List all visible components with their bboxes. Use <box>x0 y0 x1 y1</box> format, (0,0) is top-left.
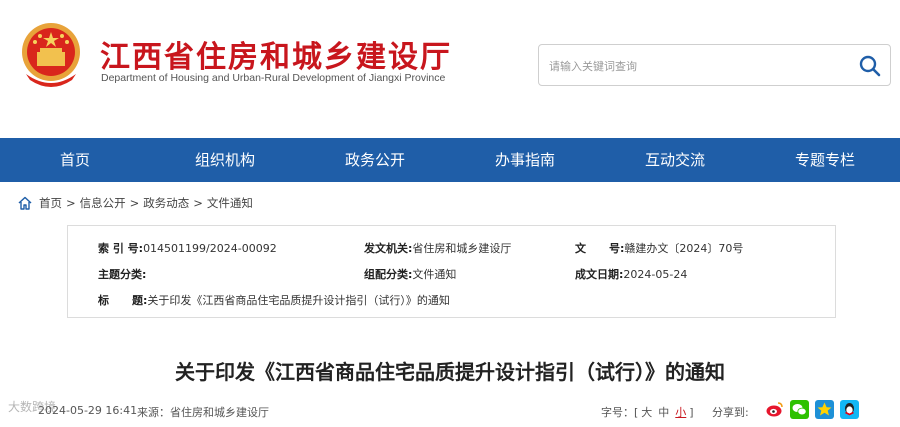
meta-topic-label: 主题分类: <box>98 268 147 281</box>
nav-item-special-topics[interactable]: 专题专栏 <box>750 138 900 182</box>
search-icon[interactable] <box>858 54 882 78</box>
document-title: 关于印发《江西省商品住宅品质提升设计指引（试行）》的通知 <box>175 360 725 384</box>
font-size-bracket-close: ] <box>689 406 694 419</box>
meta-category-value: 文件通知 <box>412 268 457 281</box>
breadcrumb: 首页 > 信息公开 > 政务动态 > 文件通知 <box>17 195 253 211</box>
search-box <box>538 44 891 86</box>
meta-index-label: 索 引 号: <box>98 242 144 255</box>
main-nav: 首页 组织机构 政务公开 办事指南 互动交流 专题专栏 <box>0 138 900 182</box>
nav-item-interaction[interactable]: 互动交流 <box>600 138 750 182</box>
breadcrumb-home[interactable]: 首页 <box>39 195 62 211</box>
meta-title-label: 标 题: <box>98 294 148 307</box>
article-source: 来源：省住房和城乡建设厅 <box>137 406 269 419</box>
site-subtitle: Department of Housing and Urban-Rural De… <box>101 72 446 84</box>
nav-item-service-guide[interactable]: 办事指南 <box>450 138 600 182</box>
meta-date: 成文日期:2024-05-24 <box>575 266 687 282</box>
font-size-medium-button[interactable]: 中 <box>658 406 669 419</box>
meta-docno-value: 赣建办文〔2024〕70号 <box>624 242 744 255</box>
nav-item-government-affairs[interactable]: 政务公开 <box>300 138 450 182</box>
meta-category-label: 组配分类: <box>364 268 413 281</box>
search-input[interactable] <box>549 57 839 75</box>
share-label: 分享到: <box>712 406 749 419</box>
watermark-text: 大数跨境 <box>8 400 57 414</box>
meta-title-value: 关于印发《江西省商品住宅品质提升设计指引（试行）》的通知 <box>147 294 450 307</box>
font-size-control: 字号：[大中小] <box>601 404 694 420</box>
font-size-large-button[interactable]: 大 <box>641 406 652 419</box>
breadcrumb-separator: > <box>129 196 140 210</box>
site-title[interactable]: 江西省住房和城乡建设厅 <box>100 32 452 76</box>
nav-item-organization[interactable]: 组织机构 <box>150 138 300 182</box>
breadcrumb-separator: > <box>66 196 76 210</box>
national-emblem-icon[interactable] <box>18 20 84 90</box>
font-size-small-button[interactable]: 小 <box>675 406 686 419</box>
qzone-icon[interactable] <box>815 400 834 419</box>
article-info-bar: 2024-05-29 16:41 来源：省住房和城乡建设厅 字号：[大中小] 分… <box>0 400 900 422</box>
meta-category: 组配分类:文件通知 <box>364 266 456 282</box>
home-icon <box>18 196 32 210</box>
site-header: 江西省住房和城乡建设厅 Department of Housing and Ur… <box>0 0 900 138</box>
breadcrumb-gov-news[interactable]: 政务动态 <box>143 195 189 211</box>
breadcrumb-info-public[interactable]: 信息公开 <box>80 195 126 211</box>
nav-item-home[interactable]: 首页 <box>0 138 150 182</box>
meta-issuer-value: 省住房和城乡建设厅 <box>412 242 512 255</box>
font-size-label: 字号：[ <box>601 406 639 419</box>
weibo-icon[interactable] <box>765 400 784 419</box>
breadcrumb-separator: > <box>193 196 203 210</box>
wechat-icon[interactable] <box>790 400 809 419</box>
document-metadata-table: 索 引 号:014501199/2024-00092 发文机关:省住房和城乡建设… <box>67 225 836 318</box>
meta-index-value: 014501199/2024-00092 <box>143 242 277 255</box>
meta-title: 标 题:关于印发《江西省商品住宅品质提升设计指引（试行）》的通知 <box>98 292 450 308</box>
meta-docno: 文 号:赣建办文〔2024〕70号 <box>575 240 743 256</box>
meta-date-value: 2024-05-24 <box>623 268 688 281</box>
qq-icon[interactable] <box>840 400 859 419</box>
meta-issuer-label: 发文机关: <box>364 242 413 255</box>
meta-index: 索 引 号:014501199/2024-00092 <box>98 240 277 256</box>
breadcrumb-file-notice[interactable]: 文件通知 <box>207 195 253 211</box>
meta-docno-label: 文 号: <box>575 242 625 255</box>
meta-issuer: 发文机关:省住房和城乡建设厅 <box>364 240 511 256</box>
meta-topic: 主题分类: <box>98 266 146 282</box>
meta-date-label: 成文日期: <box>575 268 624 281</box>
